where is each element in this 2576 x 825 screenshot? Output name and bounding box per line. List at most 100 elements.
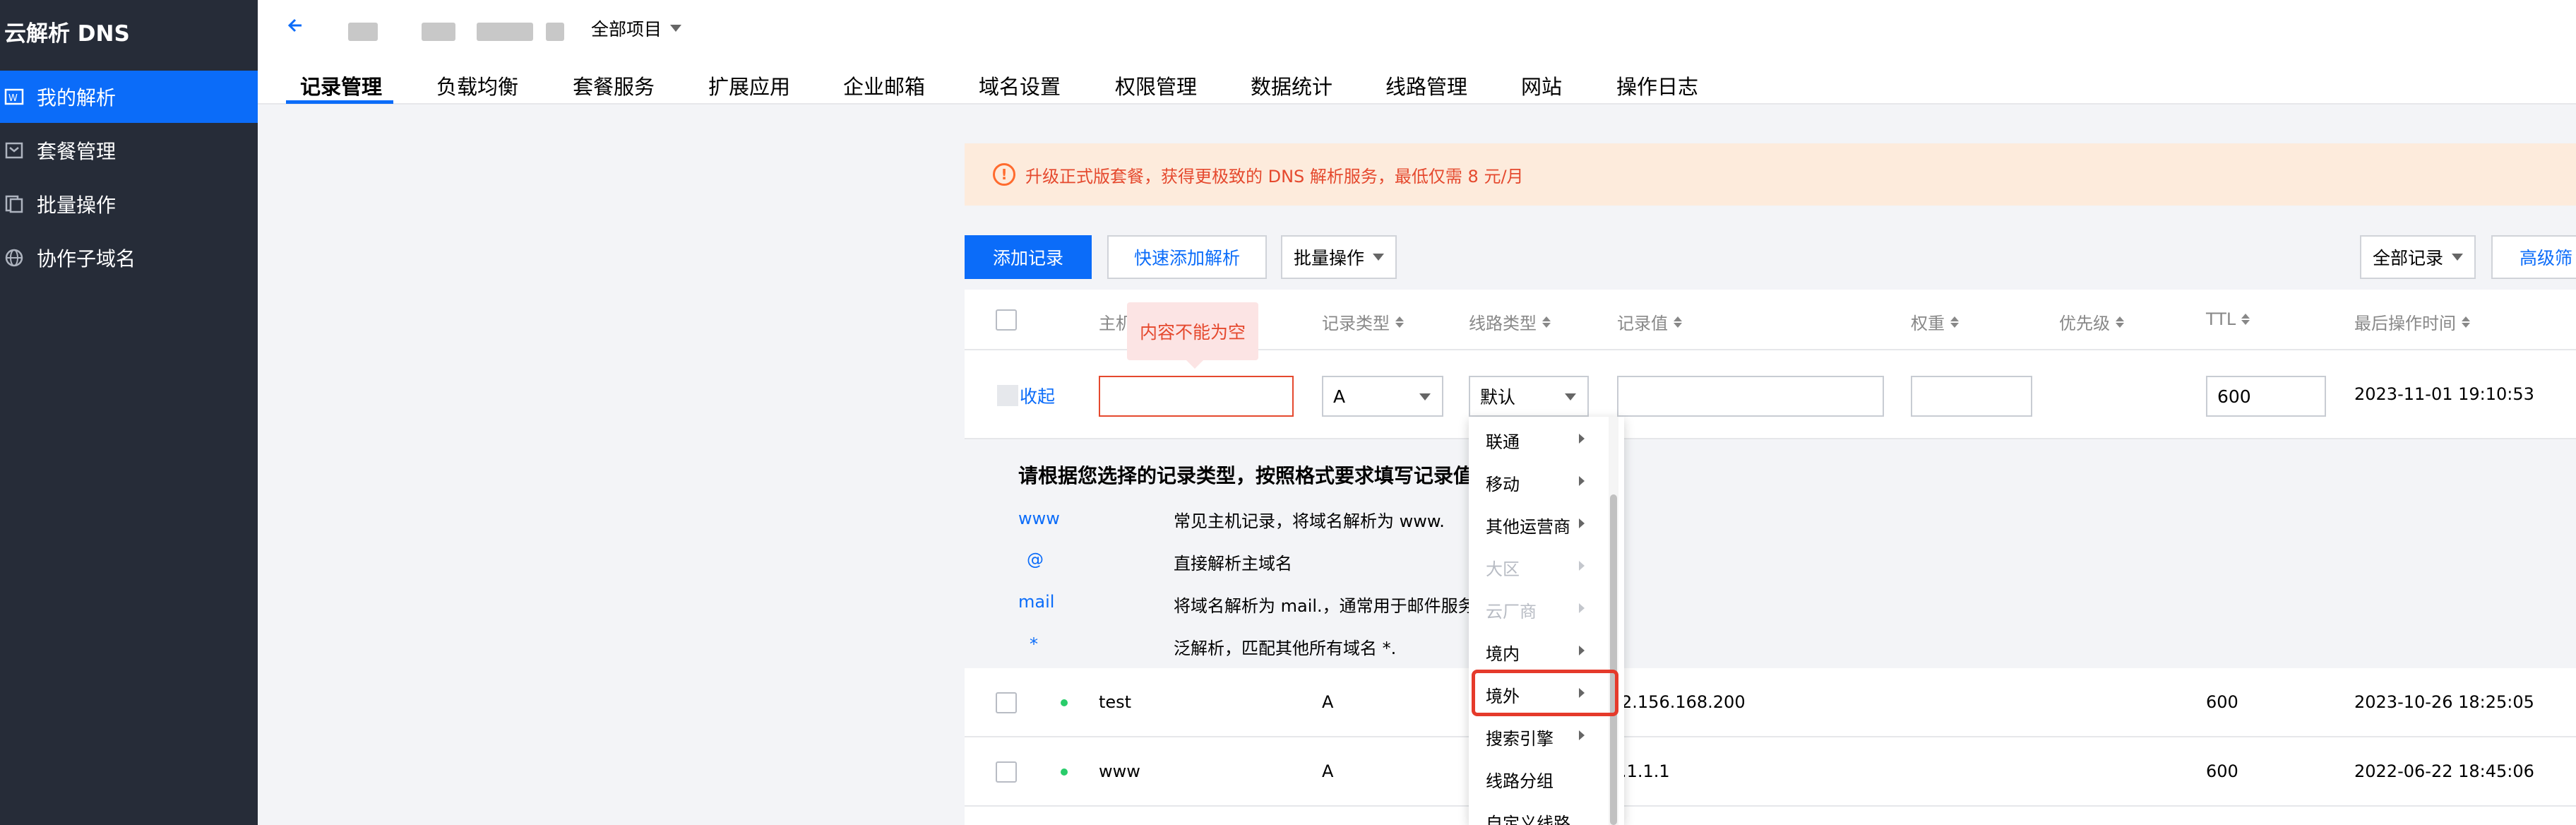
menu-item-search-engine[interactable]: 搜索引擎	[1486, 725, 1554, 749]
record-value-input[interactable]	[1617, 376, 1884, 417]
sidebar-item-label: 套餐管理	[37, 140, 117, 163]
header-record-type[interactable]: 记录类型	[1322, 309, 1404, 334]
redacted-domain	[477, 23, 533, 41]
brand-title: 云解析 DNS	[4, 21, 130, 47]
tab-statistics[interactable]: 数据统计	[1251, 71, 1332, 100]
caret-down-icon	[670, 25, 682, 32]
header-last-modified[interactable]: 最后操作时间	[2354, 309, 2470, 334]
status-dot	[1061, 699, 1068, 706]
tab-permissions[interactable]: 权限管理	[1115, 71, 1197, 100]
tab-website[interactable]: 网站	[1521, 71, 1562, 100]
header-priority[interactable]: 优先级	[2059, 309, 2124, 334]
record-type-value: A	[1333, 386, 1346, 407]
menu-item-unicom[interactable]: 联通	[1486, 428, 1520, 453]
menu-item-cloud-vendor: 云厂商	[1486, 602, 1537, 622]
row-checkbox[interactable]	[996, 761, 1017, 783]
advanced-filter-button[interactable]: 高级筛	[2491, 235, 2576, 279]
project-selector[interactable]: 全部项目	[591, 16, 682, 41]
highlight-box	[1472, 670, 1618, 716]
batch-operation-dropdown[interactable]: 批量操作	[1281, 235, 1397, 279]
sidebar-item-batch[interactable]: 批量操作	[0, 178, 258, 230]
quick-add-button[interactable]: 快速添加解析	[1107, 235, 1267, 279]
tab-records[interactable]: 记录管理	[300, 71, 382, 100]
batch-label: 批量操作	[1293, 248, 1364, 268]
sidebar-item-subdomain[interactable]: 协作子域名	[0, 232, 258, 284]
collapse-link[interactable]: 收起	[997, 383, 1055, 408]
record-type-select[interactable]: A	[1322, 376, 1443, 417]
row-value: .1.1.1	[1621, 761, 1670, 781]
tab-line-management[interactable]: 线路管理	[1385, 71, 1467, 100]
collapse-label: 收起	[1020, 386, 1056, 407]
edit-record-row: 收起 内容不能为空 A 默认 600 2023-11-01 19:10:53	[965, 302, 2576, 439]
add-record-button[interactable]: 添加记录	[965, 235, 1092, 279]
caret-down-icon	[1565, 393, 1576, 400]
row-time: 2022-06-22 18:45:06	[2354, 761, 2534, 781]
package-icon	[3, 139, 25, 162]
weight-input[interactable]	[1911, 376, 2032, 417]
status-dot	[1061, 768, 1068, 776]
guide-key: @	[1027, 550, 1044, 569]
menu-item-region: 大区	[1486, 559, 1520, 579]
header-line-type[interactable]: 线路类型	[1469, 309, 1551, 334]
tab-domain-settings[interactable]: 域名设置	[979, 71, 1061, 100]
row-checkbox[interactable]	[996, 692, 1017, 713]
sort-icon	[2462, 316, 2470, 328]
error-tooltip: 内容不能为空	[1127, 302, 1258, 369]
ttl-value: 600	[2217, 386, 2251, 407]
row-ttl: 600	[2206, 692, 2238, 712]
tab-extensions[interactable]: 扩展应用	[708, 71, 790, 100]
menu-scrollbar-thumb[interactable]	[1610, 494, 1617, 825]
menu-item-other-isp[interactable]: 其他运营商	[1486, 513, 1570, 538]
header-weight[interactable]: 权重	[1911, 309, 1959, 334]
back-arrow-icon[interactable]	[283, 11, 311, 40]
tab-package-service[interactable]: 套餐服务	[573, 71, 655, 100]
active-tab-indicator	[286, 100, 393, 104]
parse-icon: W	[3, 85, 25, 108]
menu-item-mobile[interactable]: 移动	[1486, 470, 1520, 495]
warning-icon: !	[993, 163, 1015, 186]
ttl-input[interactable]: 600	[2206, 376, 2326, 417]
submenu-arrow-icon	[1579, 646, 1585, 655]
menu-item-domestic[interactable]: 境内	[1486, 640, 1520, 665]
sort-icon	[1542, 316, 1551, 328]
menu-item-custom-line[interactable]: 自定义线路	[1486, 809, 1570, 825]
redacted-domain	[422, 23, 455, 41]
caret-down-icon	[2452, 254, 2463, 261]
host-input[interactable]	[1099, 376, 1294, 417]
row-value: 2.156.168.200	[1621, 692, 1746, 712]
table-row: www A .1.1.1 600 2022-06-22 18:45:06	[965, 737, 2576, 807]
upgrade-notice: ! 升级正式版套餐，获得更极致的 DNS 解析服务，最低仅需 8 元/月	[965, 143, 2576, 206]
tab-enterprise-mail[interactable]: 企业邮箱	[843, 71, 925, 100]
header-record-value[interactable]: 记录值	[1617, 309, 1682, 334]
sort-icon	[1950, 316, 1959, 328]
line-type-select[interactable]: 默认	[1469, 376, 1589, 417]
tab-operation-log[interactable]: 操作日志	[1616, 71, 1698, 100]
notice-text: 升级正式版套餐，获得更极致的 DNS 解析服务，最低仅需 8 元/月	[1025, 166, 1524, 186]
filter-label: 全部记录	[2372, 248, 2443, 268]
caret-down-icon	[1419, 393, 1431, 400]
select-all-checkbox[interactable]	[996, 309, 1017, 331]
submenu-arrow-icon	[1579, 561, 1585, 571]
row-checkbox[interactable]	[997, 385, 1018, 406]
record-filter-dropdown[interactable]: 全部记录	[2360, 235, 2476, 279]
row-time: 2023-10-26 18:25:05	[2354, 692, 2534, 712]
row-type: A	[1322, 692, 1334, 712]
last-modified-time: 2023-11-01 19:10:53	[2354, 384, 2534, 404]
svg-text:W: W	[8, 93, 18, 104]
sidebar-item-my-parse[interactable]: W 我的解析	[0, 71, 258, 123]
redacted-domain	[546, 23, 564, 41]
submenu-arrow-icon	[1579, 730, 1585, 740]
sidebar-item-package[interactable]: 套餐管理	[0, 124, 258, 177]
sidebar-item-label: 批量操作	[37, 194, 117, 217]
line-type-value: 默认	[1480, 387, 1516, 408]
menu-item-line-group[interactable]: 线路分组	[1486, 767, 1554, 792]
header-ttl[interactable]: TTL	[2206, 309, 2250, 329]
project-selector-label: 全部项目	[591, 19, 662, 40]
guide-key: www	[1018, 509, 1060, 528]
redacted-domain	[348, 23, 378, 41]
format-guide: 请根据您选择的记录类型，按照格式要求填写记录值 www 常见主机记录，将域名解析…	[965, 439, 2576, 675]
globe-icon	[3, 247, 25, 269]
tab-load-balance[interactable]: 负载均衡	[436, 71, 518, 100]
sidebar: 云解析 DNS W 我的解析 套餐管理 批量操作 协作子域名	[0, 0, 258, 825]
row-host: www	[1099, 761, 1140, 781]
